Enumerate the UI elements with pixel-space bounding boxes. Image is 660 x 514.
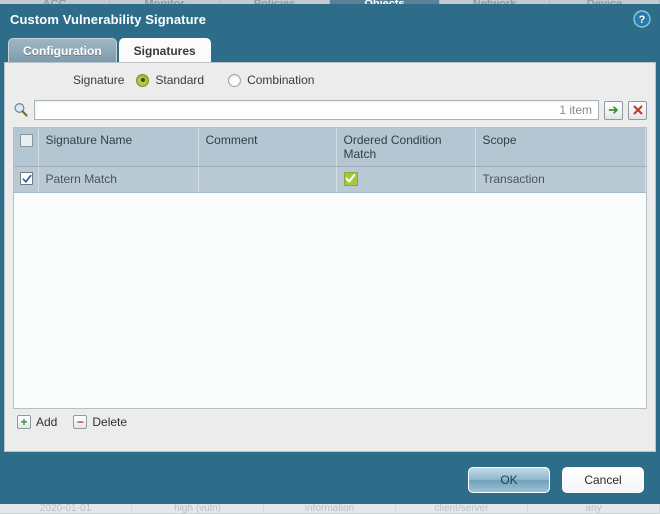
cell-ordered-condition-match <box>336 166 476 193</box>
table-header-row: Signature Name Comment Ordered Condition… <box>14 128 646 167</box>
radio-combination[interactable]: Combination <box>228 73 314 87</box>
radio-standard-dot <box>136 73 150 87</box>
signature-type-label: Signature <box>73 73 125 87</box>
tab-configuration[interactable]: Configuration <box>8 38 117 62</box>
row-select-cell[interactable] <box>14 166 39 193</box>
add-button-label: Add <box>36 415 58 429</box>
dialog-tabs: Configuration Signatures <box>0 34 660 62</box>
help-circle-icon[interactable]: ? <box>633 10 651 28</box>
clear-filter-button[interactable] <box>628 100 647 120</box>
radio-standard-label: Standard <box>155 73 205 87</box>
select-all-checkbox[interactable] <box>20 134 34 148</box>
table-row[interactable]: Patern Match Transaction <box>14 166 646 193</box>
ok-button[interactable]: OK <box>468 467 550 493</box>
column-header-scope[interactable]: Scope <box>475 128 646 167</box>
radio-standard[interactable]: Standard <box>136 73 204 87</box>
plus-icon: + <box>17 415 31 429</box>
cell-comment <box>198 166 337 193</box>
select-all-header[interactable] <box>14 128 39 167</box>
column-header-signature-name[interactable]: Signature Name <box>38 128 199 167</box>
search-row: 1 item <box>13 97 647 123</box>
search-input-wrap[interactable]: 1 item <box>34 100 599 120</box>
row-checkbox[interactable] <box>20 172 34 185</box>
column-header-comment[interactable]: Comment <box>198 128 337 167</box>
cell-signature-name: Patern Match <box>38 166 199 193</box>
radio-combination-label: Combination <box>247 73 315 87</box>
ordered-condition-check-icon <box>343 171 358 186</box>
delete-button-label: Delete <box>92 415 128 429</box>
background-table-row: 2020-01-01 high (vuln) information clien… <box>0 504 660 514</box>
signatures-table-wrap: Signature Name Comment Ordered Condition… <box>13 127 647 409</box>
signature-type-row: Signature Standard Combination <box>5 63 655 97</box>
radio-combination-dot <box>228 73 242 87</box>
dialog-titlebar: Custom Vulnerability Signature ? <box>0 4 660 34</box>
svg-text:?: ? <box>639 14 646 26</box>
signatures-panel: Signature Standard Combination 1 item Si… <box>4 62 656 452</box>
cancel-button[interactable]: Cancel <box>562 467 644 493</box>
signatures-table: Signature Name Comment Ordered Condition… <box>14 128 646 193</box>
dialog-footer: OK Cancel <box>0 456 660 504</box>
dialog-title: Custom Vulnerability Signature <box>10 11 207 27</box>
search-icon[interactable] <box>13 102 29 118</box>
apply-filter-button[interactable] <box>604 100 623 120</box>
minus-icon: − <box>73 415 88 429</box>
add-button[interactable]: + Add <box>17 415 57 429</box>
delete-button[interactable]: − Delete <box>73 415 127 429</box>
item-count-label: 1 item <box>559 103 592 117</box>
tab-signatures[interactable]: Signatures <box>118 38 211 62</box>
custom-vulnerability-signature-dialog: Custom Vulnerability Signature ? Configu… <box>0 4 660 504</box>
table-actions: + Add − Delete <box>13 409 647 435</box>
cell-scope: Transaction <box>475 166 646 193</box>
search-input[interactable] <box>35 102 560 118</box>
column-header-ordered-condition-match[interactable]: Ordered Condition Match <box>336 128 476 167</box>
